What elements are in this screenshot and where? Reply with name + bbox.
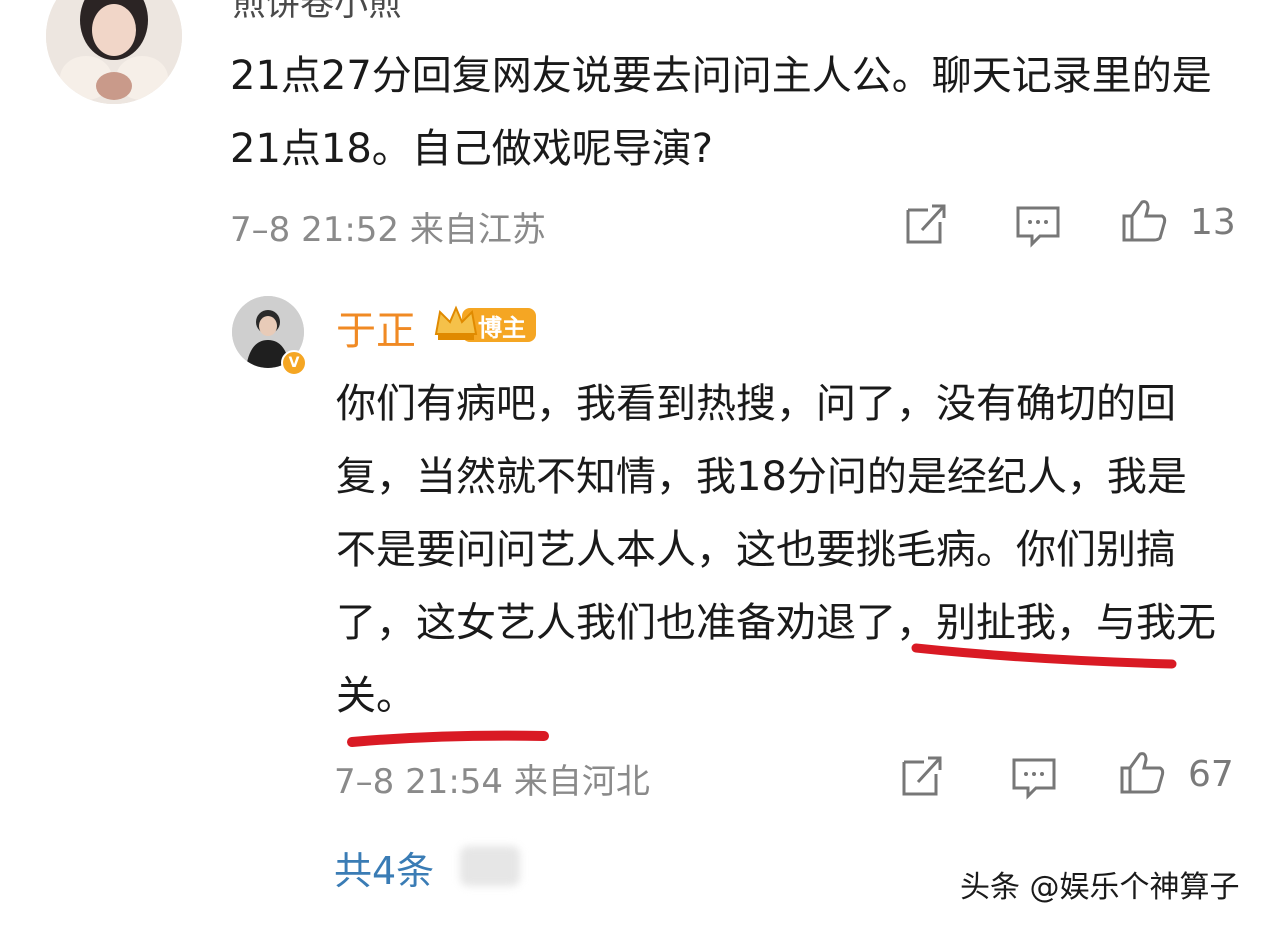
like-icon[interactable] bbox=[1118, 748, 1166, 796]
highlight-underline bbox=[911, 643, 1177, 669]
share-icon[interactable] bbox=[902, 200, 950, 248]
blurred-text bbox=[460, 846, 520, 886]
verified-icon: V bbox=[281, 350, 307, 376]
comment-text: 21点27分回复网友说要去问问主人公。聊天记录里的是21点18。自己做戏呢导演? bbox=[230, 53, 1212, 172]
comment-meta: 7–8 21:52 来自江苏 bbox=[230, 210, 546, 250]
highlight-underline bbox=[347, 730, 549, 747]
more-replies-link[interactable]: 共4条 bbox=[334, 840, 434, 895]
comment-author[interactable]: 煎饼卷小煎 bbox=[232, 0, 402, 25]
reply-text: 你们有病吧，我看到热搜，问了，没有确切的回复，当然就不知情，我18分问的是经纪人… bbox=[336, 381, 1216, 719]
like-count: 67 bbox=[1188, 754, 1234, 795]
like-icon[interactable] bbox=[1120, 196, 1168, 244]
comment-icon[interactable] bbox=[1010, 754, 1058, 802]
share-icon[interactable] bbox=[898, 752, 946, 800]
like-count: 13 bbox=[1190, 202, 1236, 243]
comment-icon[interactable] bbox=[1014, 202, 1062, 250]
reply-author[interactable]: 于正 bbox=[336, 298, 416, 356]
watermark: 头条 @娱乐个神算子 bbox=[960, 870, 1240, 905]
reply-meta: 7–8 21:54 来自河北 bbox=[334, 762, 650, 802]
user-avatar[interactable] bbox=[46, 0, 182, 104]
blogger-badge: 博主 bbox=[478, 314, 526, 342]
